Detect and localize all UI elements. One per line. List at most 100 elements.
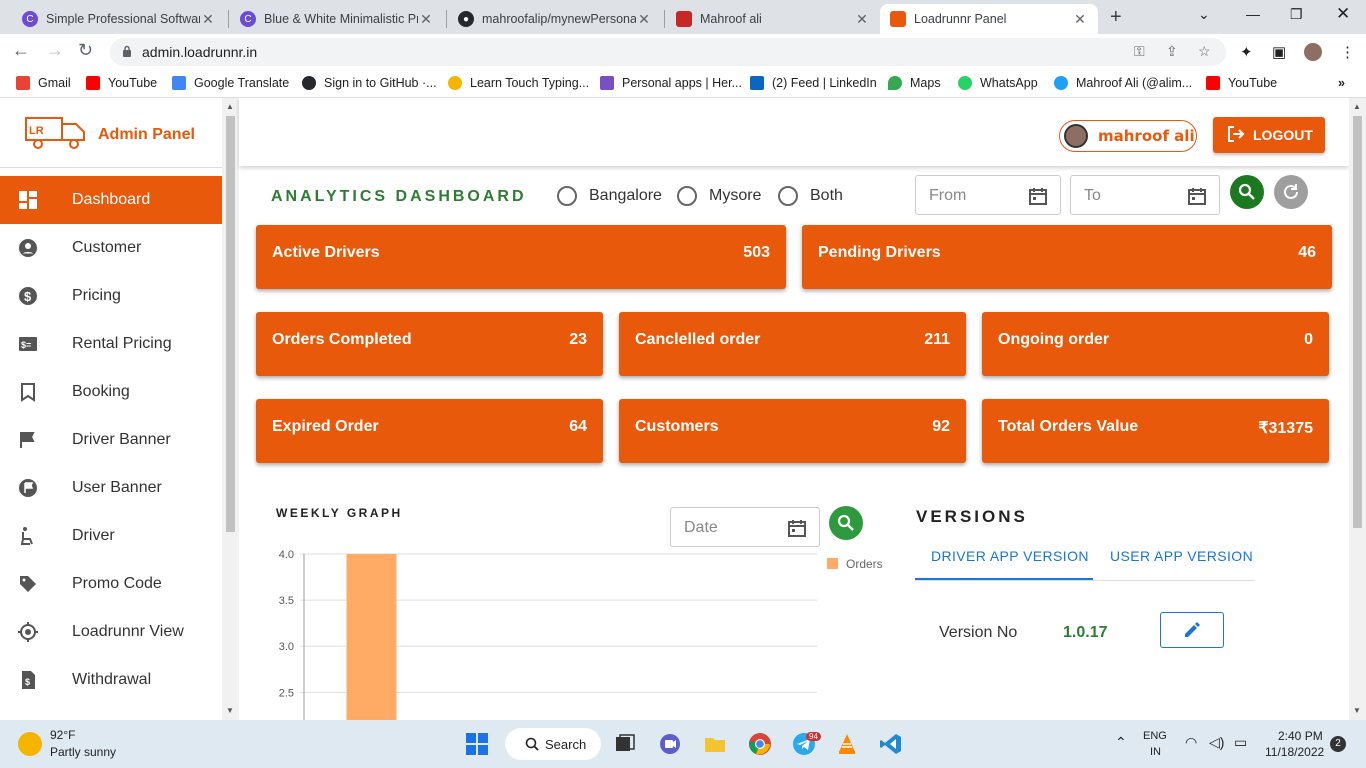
bookmark[interactable]: Mahroof Ali (@alim...	[1054, 76, 1192, 90]
tab-user-app-version[interactable]: USER APP VERSION	[1110, 548, 1253, 564]
graph-search-button[interactable]	[829, 506, 863, 540]
bookmark[interactable]: WhatsApp	[958, 76, 1038, 90]
task-view-icon[interactable]	[611, 730, 639, 758]
vscode-icon[interactable]	[877, 730, 905, 758]
bookmark[interactable]: YouTube	[1206, 76, 1277, 90]
browser-tab[interactable]: Mahroof ali ✕	[666, 4, 880, 34]
menu-icon[interactable]: ⋮	[1340, 43, 1355, 61]
sidebar-item-driver-banner[interactable]: Driver Banner	[0, 416, 222, 464]
side-panel-icon[interactable]: ▣	[1272, 43, 1286, 61]
back-icon[interactable]: ←	[12, 40, 30, 61]
stat-card-active-drivers[interactable]: Active Drivers 503	[256, 225, 786, 289]
language-text[interactable]: ENG	[1143, 730, 1167, 742]
sidebar-item-promo-code[interactable]: Promo Code	[0, 560, 222, 608]
radio-both[interactable]: Both	[778, 186, 843, 206]
tab-driver-app-version[interactable]: DRIVER APP VERSION	[931, 548, 1089, 564]
stat-card-total-orders-value[interactable]: Total Orders Value ₹31375	[982, 399, 1329, 463]
windows-start-icon[interactable]	[463, 730, 491, 758]
radio-bangalore[interactable]: Bangalore	[557, 186, 662, 206]
new-tab-icon[interactable]: +	[1110, 6, 1122, 29]
chevron-up-icon[interactable]: ⌃	[1115, 734, 1127, 751]
logout-button[interactable]: LOGOUT	[1213, 117, 1325, 153]
vlc-icon[interactable]	[833, 730, 861, 758]
stat-card-customers[interactable]: Customers 92	[619, 399, 966, 463]
key-icon[interactable]: ⚿	[1134, 43, 1145, 60]
address-bar[interactable]: admin.loadrunnr.in ⚿ ⇪ ☆	[110, 38, 1226, 66]
calendar-icon[interactable]	[1187, 186, 1207, 211]
forward-icon[interactable]: →	[46, 40, 64, 61]
restore-icon[interactable]: ❐	[1290, 6, 1303, 23]
search-button[interactable]	[1230, 175, 1264, 209]
browser-tab[interactable]: ● mahroofalip/mynewPersonal ✕	[448, 4, 662, 34]
bookmark[interactable]: Google Translate	[172, 76, 289, 90]
main-scrollbar[interactable]: ▲ ▼	[1349, 98, 1366, 720]
stat-card-ongoing-order[interactable]: Ongoing order 0	[982, 312, 1329, 376]
close-icon[interactable]: ✕	[200, 11, 216, 28]
scroll-thumb[interactable]	[226, 116, 235, 532]
bookmark[interactable]: Learn Touch Typing...	[448, 76, 589, 90]
sidebar-item-pricing[interactable]: $ Pricing	[0, 272, 222, 320]
tab-search-icon[interactable]: ⌄	[1198, 6, 1210, 23]
close-icon[interactable]: ✕	[854, 11, 870, 28]
wifi-icon[interactable]: ◠	[1185, 734, 1197, 751]
scroll-down-icon[interactable]: ▼	[226, 706, 234, 715]
browser-tab[interactable]: C Blue & White Minimalistic Pr ✕	[230, 4, 444, 34]
browser-tab[interactable]: C Simple Professional Software ✕	[12, 4, 226, 34]
reset-button[interactable]	[1274, 175, 1308, 209]
extensions-icon[interactable]: ✦	[1240, 43, 1253, 61]
stat-card-expired-order[interactable]: Expired Order 64	[256, 399, 603, 463]
file-explorer-icon[interactable]	[701, 730, 729, 758]
radio-mysore[interactable]: Mysore	[677, 186, 761, 206]
sidebar-item-customer[interactable]: Customer	[0, 224, 222, 272]
share-icon[interactable]: ⇪	[1166, 43, 1178, 60]
user-chip[interactable]: mahroof ali	[1059, 120, 1197, 152]
scroll-thumb[interactable]	[1353, 116, 1362, 528]
close-icon[interactable]: ✕	[1072, 11, 1088, 28]
bookmark[interactable]: Maps	[888, 76, 941, 90]
notification-count[interactable]: 2	[1330, 736, 1346, 752]
sidebar-item-withdrawal[interactable]: $ Withdrawal	[0, 656, 222, 704]
reload-icon[interactable]: ↻	[78, 40, 93, 61]
sidebar-item-loadrunnr-view[interactable]: Loadrunnr View	[0, 608, 222, 656]
weather-icon[interactable]	[18, 732, 42, 756]
close-window-icon[interactable]: ✕	[1336, 4, 1350, 24]
chrome-icon[interactable]	[746, 730, 774, 758]
radio-circle[interactable]	[778, 186, 798, 206]
sidebar-item-user-banner[interactable]: User Banner	[0, 464, 222, 512]
scroll-down-icon[interactable]: ▼	[1353, 706, 1361, 715]
bookmark[interactable]: Sign in to GitHub ·...	[302, 76, 437, 90]
taskbar-search[interactable]: Search	[505, 728, 601, 760]
stat-card-cancelled-order[interactable]: Canclelled order 211	[619, 312, 966, 376]
y-tick-label: 4.0	[279, 549, 294, 561]
scroll-up-icon[interactable]: ▲	[1353, 102, 1361, 111]
close-icon[interactable]: ✕	[418, 11, 434, 28]
sidebar-item-dashboard[interactable]: Dashboard	[0, 176, 222, 224]
profile-avatar[interactable]	[1304, 43, 1322, 61]
more-bookmarks-icon[interactable]: »	[1338, 76, 1345, 90]
bookmark[interactable]: Gmail	[16, 76, 71, 90]
stat-card-orders-completed[interactable]: Orders Completed 23	[256, 312, 603, 376]
bookmark[interactable]: (2) Feed | LinkedIn	[750, 76, 877, 90]
star-icon[interactable]: ☆	[1198, 43, 1211, 60]
from-date-field[interactable]: From	[915, 175, 1061, 215]
browser-tab-active[interactable]: Loadrunnr Panel ✕	[880, 4, 1098, 34]
radio-circle[interactable]	[677, 186, 697, 206]
battery-icon[interactable]: ▭	[1234, 734, 1247, 751]
scroll-up-icon[interactable]: ▲	[226, 102, 234, 111]
sidebar-item-booking[interactable]: Booking	[0, 368, 222, 416]
close-icon[interactable]: ✕	[636, 11, 652, 28]
calendar-icon[interactable]	[1028, 186, 1048, 211]
edit-version-button[interactable]	[1160, 612, 1224, 648]
sidebar-scrollbar[interactable]: ▲ ▼	[222, 98, 239, 720]
bookmark[interactable]: YouTube	[86, 76, 157, 90]
teams-chat-icon[interactable]	[656, 730, 684, 758]
bookmark[interactable]: Personal apps | Her...	[600, 76, 742, 90]
radio-circle[interactable]	[557, 186, 577, 206]
to-date-field[interactable]: To	[1070, 175, 1220, 215]
minimize-icon[interactable]: —	[1246, 6, 1260, 22]
sidebar-item-driver[interactable]: Driver	[0, 512, 222, 560]
sidebar-item-rental-pricing[interactable]: $= Rental Pricing	[0, 320, 222, 368]
stat-card-pending-drivers[interactable]: Pending Drivers 46	[802, 225, 1332, 289]
clock-time[interactable]: 2:40 PM	[1278, 729, 1323, 743]
volume-icon[interactable]: ◁)	[1209, 734, 1224, 751]
